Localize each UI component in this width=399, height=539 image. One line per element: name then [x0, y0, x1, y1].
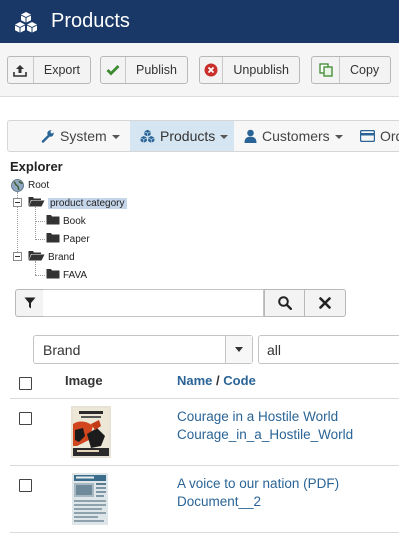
- collapse-toggle[interactable]: [13, 252, 22, 261]
- tree-line: [35, 275, 45, 276]
- explorer-title: Explorer: [10, 159, 63, 174]
- cubes-icon: [14, 10, 38, 34]
- chevron-down-icon: [220, 135, 229, 139]
- filter-value-select[interactable]: all: [258, 335, 399, 364]
- filter-field-select[interactable]: Brand: [33, 335, 253, 364]
- app-header: Products: [0, 0, 399, 43]
- tree-label-book: Book: [63, 215, 86, 227]
- product-name[interactable]: A voice to our nation (PDF): [177, 476, 339, 491]
- table-header: Image Name / Code: [10, 366, 399, 399]
- column-header-image: Image: [65, 373, 103, 388]
- row-checkbox[interactable]: [19, 479, 32, 492]
- close-icon: [319, 297, 331, 309]
- tree-line: [35, 207, 36, 240]
- page-title: Products: [51, 10, 130, 32]
- nav-item-system[interactable]: System: [41, 121, 126, 151]
- collapse-toggle[interactable]: [13, 198, 22, 207]
- search-input[interactable]: [43, 289, 264, 317]
- search-button[interactable]: [264, 289, 305, 317]
- tree-label-brand: Brand: [48, 251, 75, 263]
- column-header-name[interactable]: Name / Code: [177, 373, 256, 388]
- export-button[interactable]: Export: [7, 56, 91, 84]
- check-icon: [101, 57, 126, 83]
- nav-label-orders: Ord: [380, 128, 399, 144]
- product-name-cell[interactable]: A voice to our nation (PDF) Document__2: [177, 475, 339, 511]
- chevron-down-icon: [225, 336, 252, 363]
- folder-open-icon: [28, 196, 45, 210]
- tree-label-paper: Paper: [63, 233, 90, 245]
- nav-label-products: Products: [160, 128, 216, 144]
- row-checkbox[interactable]: [19, 412, 32, 425]
- filter-icon: [24, 297, 36, 309]
- globe-icon: [11, 178, 24, 192]
- unpublish-label: Unpublish: [233, 63, 289, 77]
- card-icon: [360, 130, 375, 142]
- tree-line: [35, 239, 45, 240]
- tree-label-root: Root: [28, 179, 50, 191]
- column-code-label: Code: [223, 373, 256, 388]
- tree-node-product-category[interactable]: product category: [28, 196, 127, 210]
- folder-icon: [46, 268, 60, 282]
- copy-label: Copy: [350, 63, 380, 77]
- tree-node-paper[interactable]: Paper: [46, 232, 90, 246]
- unpublish-button[interactable]: Unpublish: [199, 56, 300, 84]
- product-thumbnail[interactable]: [65, 473, 115, 525]
- toolbar: Export Publish Unpublish Copy: [0, 43, 399, 97]
- nav-label-system: System: [60, 128, 107, 144]
- tree-label-fava: FAVA: [63, 269, 88, 281]
- tree-label-product-category: product category: [48, 197, 127, 209]
- tree-node-book[interactable]: Book: [46, 214, 86, 228]
- nav-item-customers[interactable]: Customers: [244, 121, 343, 151]
- product-name[interactable]: Courage in a Hostile World: [177, 409, 338, 424]
- publish-label: Publish: [136, 63, 177, 77]
- cubes-icon: [140, 129, 155, 143]
- filter-button[interactable]: [15, 289, 44, 317]
- search-icon: [277, 296, 292, 310]
- folder-icon: [46, 232, 60, 246]
- column-name-label: Name: [177, 373, 213, 388]
- upload-icon: [8, 57, 34, 83]
- filter-value: all: [267, 341, 282, 358]
- nav-label-customers: Customers: [262, 128, 330, 144]
- main-nav-area: System Products Customers Or: [0, 97, 399, 155]
- product-name-cell[interactable]: Courage in a Hostile World Courage_in_a_…: [177, 408, 353, 444]
- publish-button[interactable]: Publish: [100, 56, 188, 84]
- table-row[interactable]: A voice to our nation (PDF) Document__2: [10, 466, 399, 533]
- filter-field-value: Brand: [43, 341, 81, 358]
- select-all-checkbox[interactable]: [19, 377, 32, 390]
- nav-item-orders[interactable]: Ord: [360, 121, 399, 151]
- tree-node-fava[interactable]: FAVA: [46, 268, 87, 282]
- chevron-down-icon: [334, 135, 343, 139]
- copy-button[interactable]: Copy: [311, 56, 391, 84]
- copy-icon: [312, 57, 340, 83]
- chevron-down-icon: [111, 135, 120, 139]
- table-row[interactable]: Courage in a Hostile World Courage_in_a_…: [10, 399, 399, 466]
- product-thumbnail[interactable]: [65, 406, 115, 458]
- tree-line: [35, 221, 45, 222]
- clear-search-button[interactable]: [304, 289, 346, 317]
- column-separator: /: [216, 373, 220, 388]
- main-nav: System Products Customers Or: [7, 120, 399, 152]
- product-code[interactable]: Courage_in_a_Hostile_World: [177, 427, 353, 442]
- folder-open-icon: [28, 250, 45, 264]
- user-icon: [244, 129, 257, 143]
- export-label: Export: [43, 63, 80, 77]
- product-code[interactable]: Document__2: [177, 494, 261, 509]
- nav-item-products[interactable]: Products: [130, 121, 234, 151]
- folder-icon: [46, 214, 60, 228]
- circle-x-icon: [200, 57, 224, 83]
- wrench-icon: [41, 129, 55, 143]
- tree-node-root[interactable]: Root: [11, 178, 49, 192]
- tree-node-brand[interactable]: Brand: [28, 250, 75, 264]
